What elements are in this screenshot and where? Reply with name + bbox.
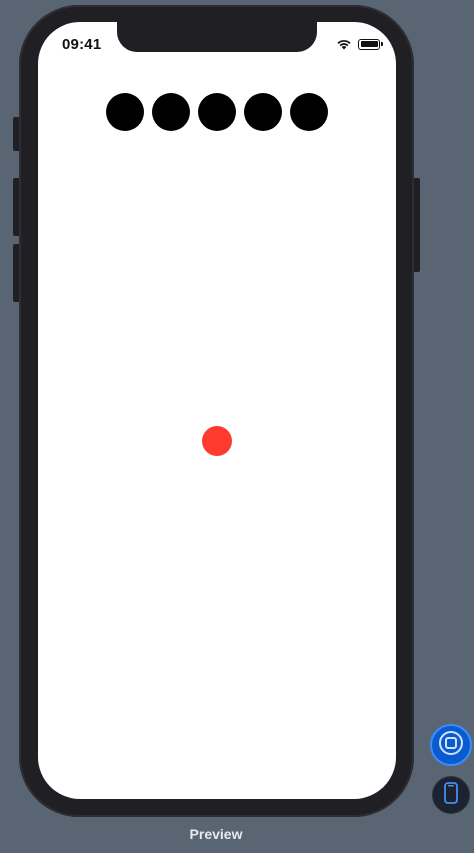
live-preview-button[interactable] [430,724,472,766]
status-icons [336,38,383,50]
dot-5[interactable] [290,93,328,131]
status-time: 09:41 [62,36,102,53]
xcode-preview-canvas: 09:41 Preview [0,0,474,853]
live-preview-icon [438,730,464,761]
dots-row [106,93,328,131]
dot-3[interactable] [198,93,236,131]
device-settings-button[interactable] [432,776,470,814]
battery-icon [358,38,383,50]
wifi-icon [336,38,352,50]
dot-2[interactable] [152,93,190,131]
dot-1[interactable] [106,93,144,131]
phone-screen: 09:41 [38,22,396,799]
notch [117,22,317,52]
device-icon [443,781,459,810]
dot-4[interactable] [244,93,282,131]
red-dot[interactable] [202,426,232,456]
preview-label: Preview [189,826,243,842]
